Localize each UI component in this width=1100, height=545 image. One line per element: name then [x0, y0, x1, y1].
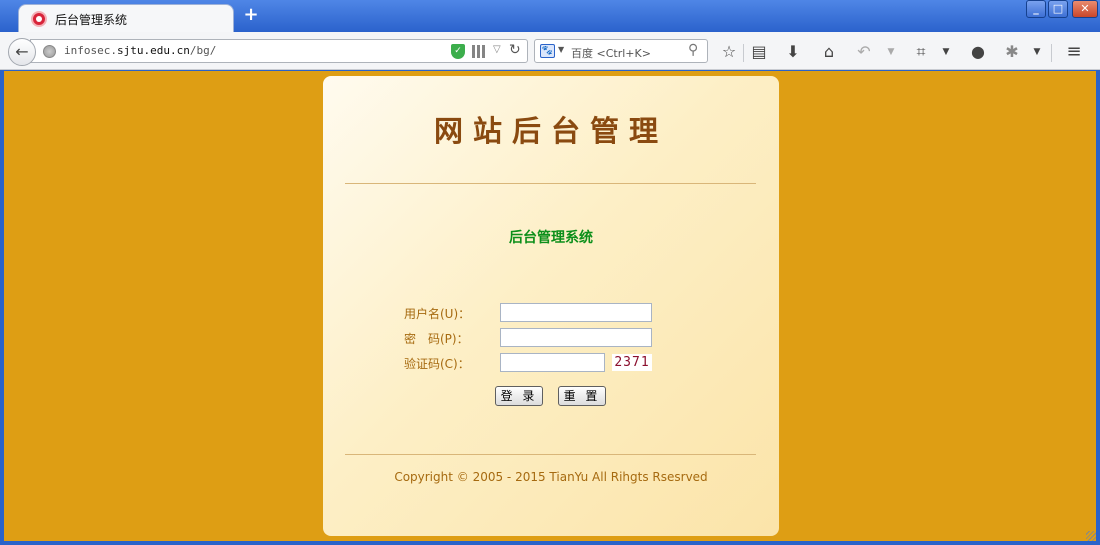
sjtu-favicon-icon: [31, 11, 47, 27]
divider-top: [345, 183, 756, 184]
reading-list-icon[interactable]: ▤: [748, 41, 770, 63]
page-title: 网站后台管理: [433, 114, 668, 148]
search-engine-dropdown-icon[interactable]: ▼: [558, 45, 564, 54]
url-bar[interactable]: infosec.sjtu.edu.cn/bg/ ✓ ▽ ↻: [30, 39, 528, 63]
magnifier-icon[interactable]: ⚲: [688, 42, 698, 58]
close-window-button[interactable]: ✕: [1072, 0, 1098, 18]
captcha-image[interactable]: 2371: [612, 354, 652, 371]
system-subtitle: 后台管理系统: [509, 230, 593, 246]
undo-dropdown-icon[interactable]: ▼: [880, 41, 902, 63]
window-bottom-frame: [0, 541, 1100, 545]
password-label: 密 码(P)：: [404, 332, 469, 346]
baidu-icon[interactable]: 🐾: [540, 44, 555, 58]
tab-title: 后台管理系统: [55, 13, 128, 27]
url-history-dropdown-icon[interactable]: ▽: [493, 44, 501, 55]
bookmark-star-icon[interactable]: ☆: [718, 41, 740, 63]
window-title-bar: 后台管理系统 + _ □ ✕: [0, 0, 1100, 32]
page-content: 网站后台管理 后台管理系统 用户名(U)： 密 码(P)： 验证码(C)： 23…: [4, 71, 1096, 541]
password-input[interactable]: [500, 328, 652, 347]
url-text[interactable]: infosec.sjtu.edu.cn/bg/: [64, 44, 216, 57]
captcha-input[interactable]: [500, 353, 605, 372]
url-domain: sjtu.edu.cn: [116, 44, 190, 57]
maximize-icon: □: [1052, 2, 1064, 15]
close-icon: ✕: [1080, 2, 1090, 15]
screenshot-crop-icon[interactable]: ⌗: [910, 41, 932, 63]
username-label: 用户名(U)：: [404, 307, 471, 321]
reload-icon[interactable]: ↻: [509, 42, 521, 58]
url-prefix: infosec.: [64, 44, 117, 57]
captcha-label: 验证码(C)：: [404, 357, 470, 371]
resize-grip-icon[interactable]: [1086, 531, 1096, 541]
login-button[interactable]: 登 录: [495, 386, 543, 406]
copyright-text: Copyright © 2005 - 2015 TianYu All Rihgt…: [394, 470, 708, 484]
login-panel: 网站后台管理 后台管理系统 用户名(U)： 密 码(P)： 验证码(C)： 23…: [323, 76, 779, 536]
qr-code-icon[interactable]: [472, 45, 485, 58]
undo-icon[interactable]: ↶: [853, 41, 875, 63]
search-bar[interactable]: 🐾 ▼ 百度 <Ctrl+K> ⚲: [534, 39, 708, 63]
reset-button[interactable]: 重 置: [558, 386, 606, 406]
globe-icon: [43, 45, 56, 58]
maximize-button[interactable]: □: [1048, 0, 1068, 18]
back-arrow-icon: ←: [15, 42, 29, 61]
minimize-button[interactable]: _: [1026, 0, 1046, 18]
shield-icon[interactable]: ✓: [451, 44, 465, 59]
download-icon[interactable]: ⬇: [782, 41, 804, 63]
browser-tab[interactable]: 后台管理系统: [18, 4, 234, 32]
menu-icon[interactable]: ≡: [1063, 41, 1085, 63]
toolbar-separator: [1051, 44, 1052, 62]
crop-dropdown-icon[interactable]: ▼: [935, 41, 957, 63]
username-input[interactable]: [500, 303, 652, 322]
minimize-icon: _: [1033, 2, 1039, 15]
extension-dropdown-icon[interactable]: ▼: [1026, 41, 1048, 63]
chat-bubble-icon[interactable]: ●: [967, 41, 989, 63]
back-button[interactable]: ←: [8, 38, 36, 66]
search-input[interactable]: 百度 <Ctrl+K>: [571, 45, 651, 61]
url-path: /bg/: [189, 44, 217, 57]
toolbar-separator: [743, 44, 744, 62]
home-icon[interactable]: ⌂: [818, 41, 840, 63]
divider-bottom: [345, 454, 756, 455]
new-tab-button[interactable]: +: [241, 6, 261, 26]
extension-icon[interactable]: ✱: [1001, 41, 1023, 63]
